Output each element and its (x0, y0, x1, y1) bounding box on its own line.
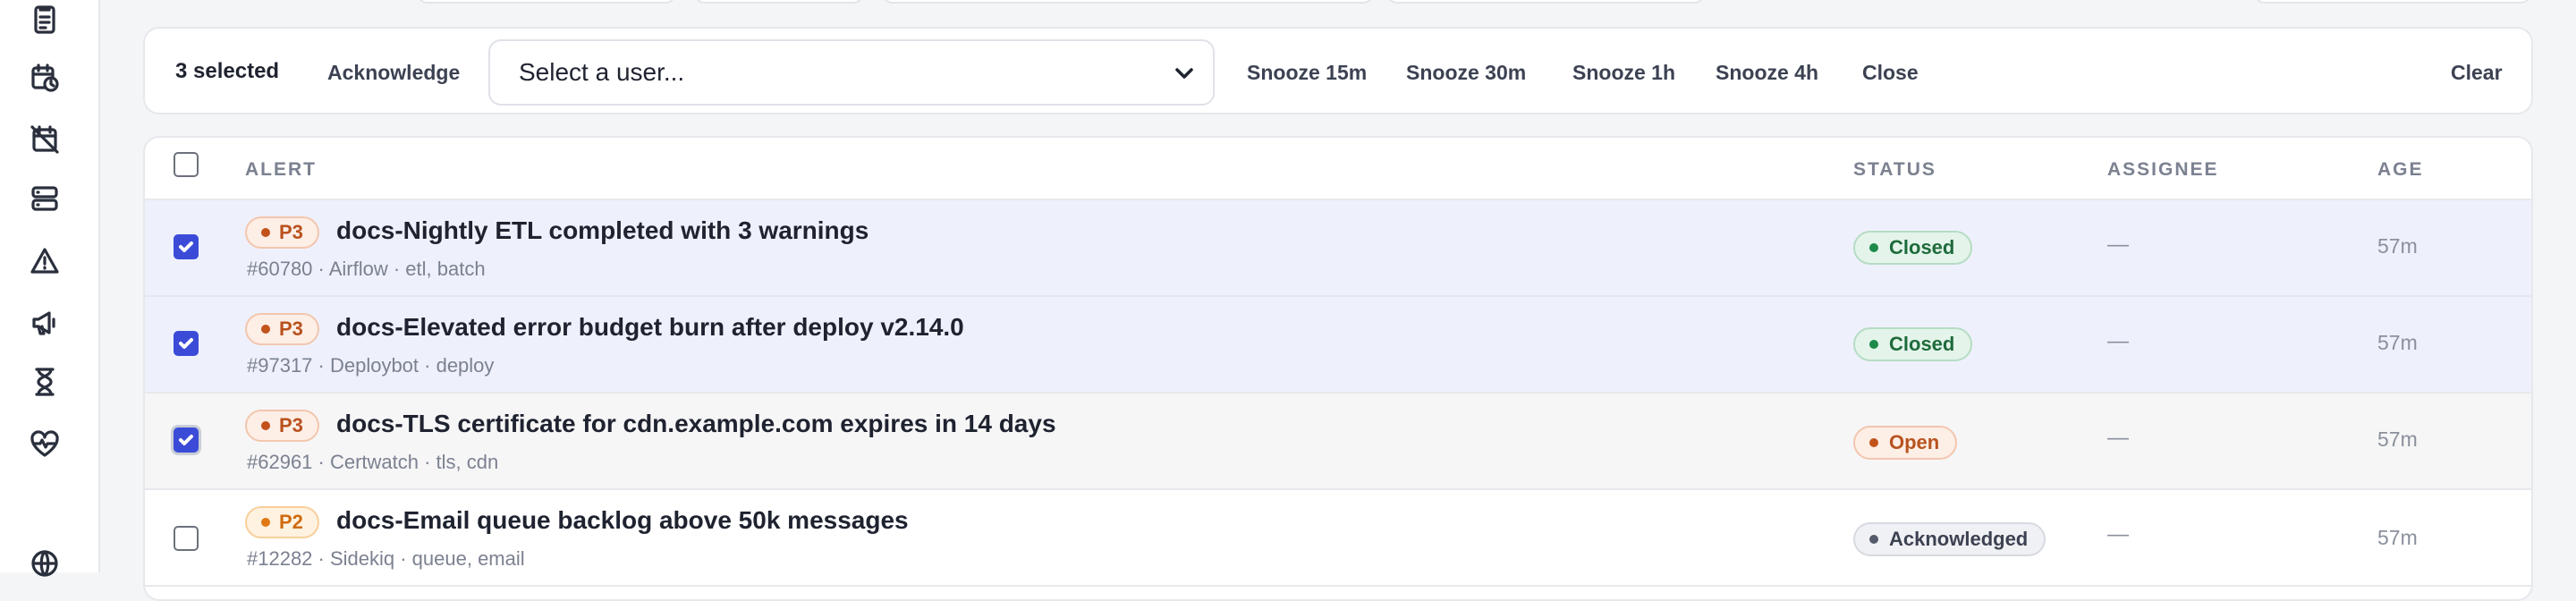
warning-icon[interactable] (27, 243, 63, 279)
status-dot-icon (1869, 438, 1878, 447)
filter-stub[interactable] (1386, 0, 1705, 4)
bulk-action-bar: 3 selected Acknowledge Select a user... … (143, 27, 2533, 114)
column-header-status[interactable]: STATUS (1853, 159, 1936, 181)
selected-count: 3 selected (175, 59, 280, 83)
priority-badge: P3 (245, 410, 319, 442)
age-value: 57m (2377, 427, 2418, 451)
alerts-table: ALERT STATUS ASSIGNEE AGE P3 docs-Nightl… (143, 136, 2533, 601)
server-icon[interactable] (27, 181, 63, 216)
snooze-1h-button[interactable]: Snooze 1h (1572, 61, 1675, 85)
alert-title[interactable]: docs-Email queue backlog above 50k messa… (336, 506, 909, 535)
globe-icon[interactable] (27, 546, 63, 581)
heart-pulse-icon[interactable] (27, 426, 63, 461)
select-all-checkbox[interactable] (174, 152, 199, 177)
age-value: 57m (2377, 331, 2418, 354)
row-checkbox[interactable] (174, 427, 199, 453)
age-value: 57m (2377, 234, 2418, 258)
filter-stub[interactable] (882, 0, 1374, 4)
alert-meta: #97317 · Deploybot · deploy (247, 354, 495, 377)
status-label: Closed (1889, 333, 1955, 355)
snooze-30m-button[interactable]: Snooze 30m (1406, 61, 1526, 85)
column-header-assignee[interactable]: ASSIGNEE (2107, 159, 2219, 181)
column-header-age[interactable]: AGE (2377, 159, 2424, 181)
alert-meta: #62961 · Certwatch · tls, cdn (247, 451, 499, 473)
filter-stub[interactable] (417, 0, 676, 4)
assign-user-select[interactable]: Select a user... (488, 39, 1215, 106)
status-label: Acknowledged (1889, 528, 2029, 550)
priority-label: P3 (279, 317, 303, 340)
calendar-off-icon[interactable] (27, 122, 63, 157)
priority-label: P2 (279, 511, 303, 533)
megaphone-icon[interactable] (27, 305, 63, 341)
alert-title[interactable]: docs-Elevated error budget burn after de… (336, 313, 964, 342)
filter-stub[interactable] (2254, 0, 2531, 4)
filter-stub[interactable] (694, 0, 864, 4)
row-checkbox[interactable] (174, 331, 199, 356)
table-row[interactable]: P3 docs-TLS certificate for cdn.example.… (145, 394, 2531, 490)
status-dot-icon (1869, 340, 1878, 349)
priority-dot-icon (261, 228, 270, 237)
age-value: 57m (2377, 526, 2418, 549)
priority-dot-icon (261, 518, 270, 527)
row-checkbox[interactable] (174, 234, 199, 259)
assignee-value: — (2107, 522, 2129, 546)
status-label: Closed (1889, 236, 1955, 258)
close-button[interactable]: Close (1862, 61, 1919, 85)
hourglass-icon[interactable] (27, 364, 63, 400)
column-header-alert: ALERT (245, 159, 317, 180)
assignee-value: — (2107, 426, 2129, 450)
alert-meta: #60780 · Airflow · etl, batch (247, 258, 486, 280)
priority-badge: P2 (245, 506, 319, 538)
table-header: ALERT STATUS ASSIGNEE AGE (145, 138, 2531, 200)
alert-meta: #12282 · Sidekiq · queue, email (247, 547, 525, 570)
clipboard-icon[interactable] (27, 2, 63, 38)
priority-dot-icon (261, 325, 270, 334)
assignee-value: — (2107, 233, 2129, 257)
priority-label: P3 (279, 414, 303, 436)
alert-title[interactable]: docs-TLS certificate for cdn.example.com… (336, 410, 1056, 438)
status-badge: Open (1853, 426, 1958, 460)
table-row[interactable]: P3 docs-Elevated error budget burn after… (145, 297, 2531, 394)
priority-label: P3 (279, 221, 303, 243)
status-badge: Closed (1853, 327, 1973, 361)
row-checkbox[interactable] (174, 526, 199, 551)
snooze-15m-button[interactable]: Snooze 15m (1247, 61, 1367, 85)
assignee-value: — (2107, 329, 2129, 353)
chevron-down-icon (1172, 61, 1197, 86)
status-badge: Closed (1853, 231, 1973, 265)
priority-badge: P3 (245, 216, 319, 249)
table-row[interactable]: P3 docs-Nightly ETL completed with 3 war… (145, 200, 2531, 297)
sidebar (0, 0, 100, 577)
snooze-4h-button[interactable]: Snooze 4h (1716, 61, 1818, 85)
status-badge: Acknowledged (1853, 522, 2046, 556)
alert-title[interactable]: docs-Nightly ETL completed with 3 warnin… (336, 216, 869, 245)
clear-selection-button[interactable]: Clear (2451, 61, 2503, 85)
priority-badge: P3 (245, 313, 319, 345)
calendar-clock-icon[interactable] (27, 60, 63, 96)
status-dot-icon (1869, 243, 1878, 252)
acknowledge-button[interactable]: Acknowledge (327, 61, 460, 85)
select-user-value: Select a user... (519, 58, 685, 86)
status-label: Open (1889, 431, 1940, 453)
status-dot-icon (1869, 535, 1878, 544)
priority-dot-icon (261, 421, 270, 430)
